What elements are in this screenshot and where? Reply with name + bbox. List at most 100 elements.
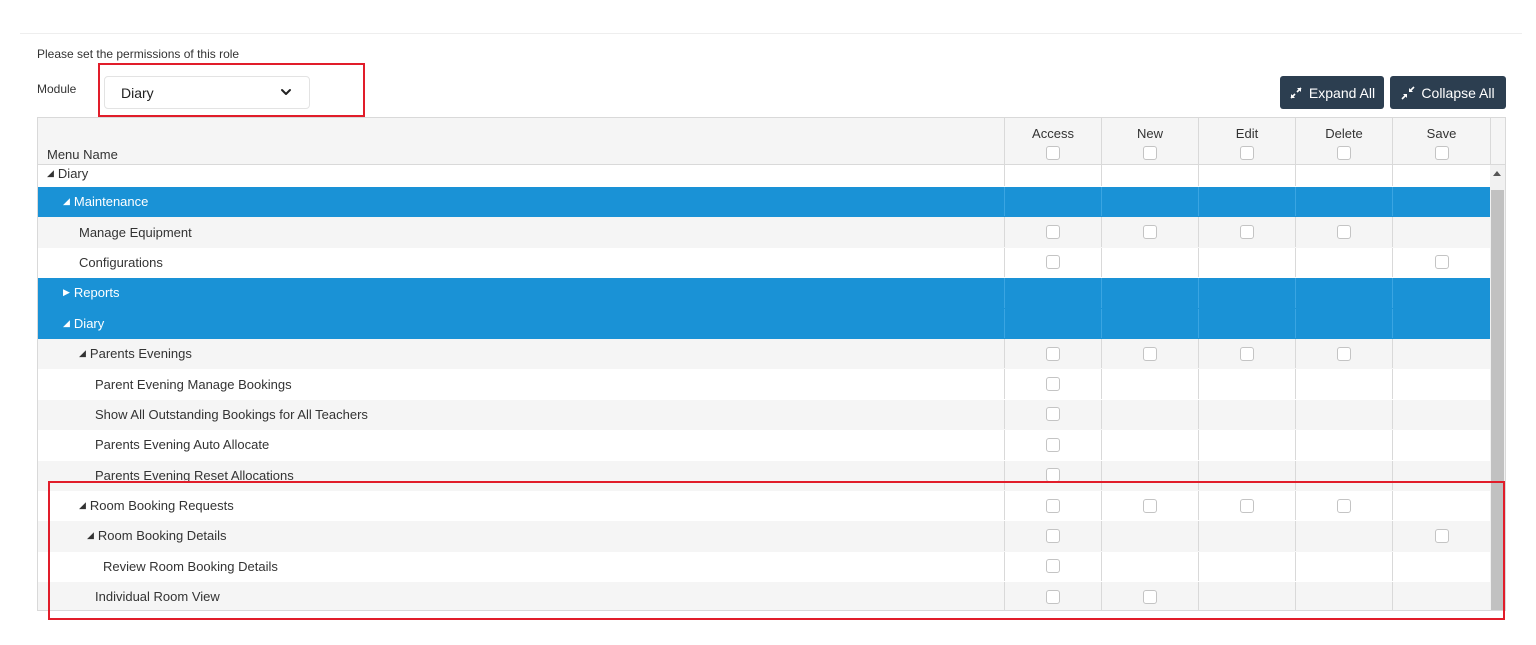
- access-checkbox[interactable]: [1046, 225, 1060, 240]
- table-row[interactable]: Parent Evening Manage Bookings: [38, 369, 1490, 400]
- vertical-scrollbar[interactable]: [1490, 165, 1505, 610]
- menu-name-label: Reports: [73, 285, 120, 301]
- scroll-up-arrow-icon[interactable]: [1493, 171, 1501, 176]
- access-column-header: Access: [1004, 118, 1101, 165]
- collapse-arrow-icon[interactable]: ◢: [63, 196, 70, 207]
- edit-cell: [1198, 187, 1295, 217]
- access-checkbox[interactable]: [1046, 559, 1060, 574]
- delete-cell: [1295, 278, 1392, 308]
- new-cell: [1101, 521, 1198, 551]
- edit-checkbox[interactable]: [1240, 498, 1254, 513]
- edit-cell: [1198, 217, 1295, 247]
- table-row[interactable]: Configurations: [38, 247, 1490, 279]
- new-checkbox[interactable]: [1143, 589, 1157, 604]
- save-checkbox[interactable]: [1434, 255, 1449, 270]
- access-cell: [1004, 338, 1101, 369]
- access-checkbox[interactable]: [1046, 528, 1060, 543]
- menu-name-label: Parents Evening Reset Allocations: [95, 467, 294, 483]
- access-cell: [1004, 165, 1101, 186]
- table-row[interactable]: Individual Room View: [38, 582, 1490, 610]
- expand-all-button[interactable]: Expand All: [1280, 76, 1384, 109]
- collapse-arrow-icon[interactable]: ◢: [63, 318, 70, 329]
- save-cell: [1392, 338, 1490, 369]
- menu-name-cell: ◢ Maintenance: [63, 187, 148, 216]
- edit-select-all-checkbox[interactable]: [1240, 146, 1254, 160]
- access-checkbox[interactable]: [1046, 437, 1060, 452]
- new-select-all-checkbox[interactable]: [1143, 146, 1157, 160]
- chevron-down-icon: [281, 89, 291, 95]
- group-row[interactable]: ▶ Reports: [38, 278, 1490, 309]
- table-row[interactable]: ◢ Room Booking Requests: [38, 490, 1490, 522]
- menu-name-cell: Configurations: [79, 248, 163, 277]
- module-select-value: Diary: [121, 84, 154, 101]
- menu-name-cell: ◢ Parents Evenings: [79, 339, 192, 368]
- delete-checkbox[interactable]: [1337, 225, 1351, 240]
- save-cell: [1392, 582, 1490, 610]
- new-cell: [1101, 247, 1198, 278]
- access-checkbox[interactable]: [1046, 589, 1060, 604]
- table-row[interactable]: Review Room Booking Details: [38, 551, 1490, 583]
- access-checkbox[interactable]: [1046, 407, 1060, 422]
- menu-name-label: Individual Room View: [95, 589, 220, 605]
- edit-cell: [1198, 338, 1295, 369]
- delete-cell: [1295, 490, 1392, 521]
- delete-cell: [1295, 187, 1392, 217]
- module-select[interactable]: Diary: [104, 76, 310, 109]
- access-checkbox[interactable]: [1046, 346, 1060, 361]
- group-row[interactable]: ◢ Diary: [38, 308, 1490, 339]
- table-row[interactable]: Parents Evening Auto Allocate: [38, 430, 1490, 461]
- expand-arrow-icon[interactable]: ▶: [63, 287, 70, 298]
- access-checkbox[interactable]: [1046, 498, 1060, 513]
- access-select-all-checkbox[interactable]: [1046, 146, 1060, 160]
- grid-body: ◢ Diary ◢ Maintenance Manage Equipment Config…: [38, 165, 1490, 610]
- new-cell: [1101, 165, 1198, 186]
- edit-cell: [1198, 521, 1295, 551]
- save-cell: [1392, 430, 1490, 460]
- table-row[interactable]: Manage Equipment: [38, 217, 1490, 248]
- table-row[interactable]: ◢ Room Booking Details: [38, 521, 1490, 552]
- collapse-arrow-icon[interactable]: ◢: [87, 530, 94, 541]
- access-cell: [1004, 247, 1101, 278]
- collapse-arrow-icon[interactable]: ◢: [79, 348, 86, 359]
- edit-cell: [1198, 165, 1295, 186]
- menu-name-cell: Show All Outstanding Bookings for All Te…: [95, 400, 368, 429]
- menu-name-label: Parent Evening Manage Bookings: [95, 376, 292, 392]
- new-cell: [1101, 430, 1198, 460]
- edit-cell: [1198, 430, 1295, 460]
- collapse-arrow-icon[interactable]: ◢: [47, 168, 54, 179]
- table-row[interactable]: ◢ Parents Evenings: [38, 338, 1490, 370]
- new-cell: [1101, 582, 1198, 610]
- new-cell: [1101, 338, 1198, 369]
- save-checkbox[interactable]: [1434, 528, 1449, 543]
- new-checkbox[interactable]: [1143, 225, 1157, 240]
- new-checkbox[interactable]: [1143, 346, 1157, 361]
- save-cell: [1392, 490, 1490, 521]
- menu-name-label: Room Booking Requests: [89, 498, 234, 514]
- save-select-all-checkbox[interactable]: [1434, 146, 1449, 160]
- delete-cell: [1295, 460, 1392, 490]
- delete-cell: [1295, 308, 1392, 338]
- table-row[interactable]: ◢ Diary: [38, 165, 1490, 187]
- collapse-all-button[interactable]: Collapse All: [1390, 76, 1506, 109]
- access-checkbox[interactable]: [1046, 468, 1060, 483]
- delete-checkbox[interactable]: [1337, 498, 1351, 513]
- edit-checkbox[interactable]: [1240, 225, 1254, 240]
- delete-select-all-checkbox[interactable]: [1337, 146, 1351, 160]
- save-cell: [1392, 165, 1490, 186]
- edit-cell: [1198, 247, 1295, 278]
- scrollbar-thumb[interactable]: [1491, 190, 1504, 610]
- table-row[interactable]: Show All Outstanding Bookings for All Te…: [38, 399, 1490, 431]
- collapse-arrow-icon[interactable]: ◢: [79, 500, 86, 511]
- delete-checkbox[interactable]: [1337, 346, 1351, 361]
- new-cell: [1101, 217, 1198, 247]
- table-row[interactable]: Parents Evening Reset Allocations: [38, 460, 1490, 491]
- new-checkbox[interactable]: [1143, 498, 1157, 513]
- menu-name-cell: Review Room Booking Details: [103, 552, 278, 581]
- edit-checkbox[interactable]: [1240, 346, 1254, 361]
- access-checkbox[interactable]: [1046, 377, 1060, 392]
- new-header-label: New: [1136, 126, 1163, 141]
- menu-name-cell: Parents Evening Reset Allocations: [95, 461, 294, 490]
- access-checkbox[interactable]: [1046, 255, 1060, 270]
- group-row[interactable]: ◢ Maintenance: [38, 187, 1490, 218]
- edit-cell: [1198, 490, 1295, 521]
